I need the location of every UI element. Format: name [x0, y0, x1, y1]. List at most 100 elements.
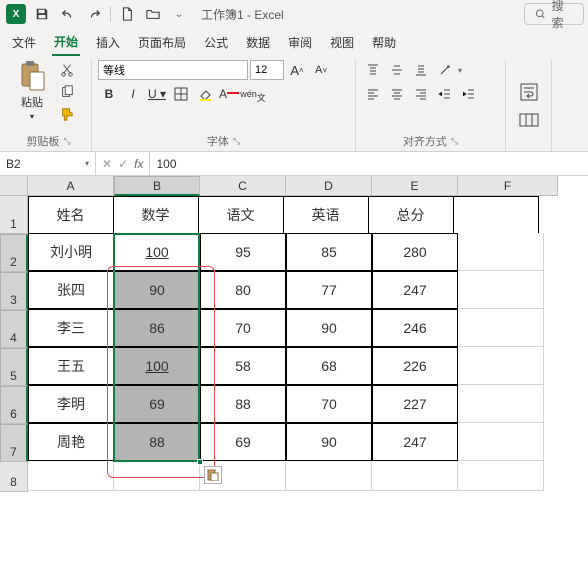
phonetic-button[interactable]: wén文	[242, 84, 264, 104]
cell[interactable]: 226	[372, 347, 458, 385]
cut-icon[interactable]	[56, 60, 78, 80]
fill-color-button[interactable]	[194, 84, 216, 104]
paste-options-button[interactable]	[204, 466, 222, 484]
search-input[interactable]: 搜索	[524, 3, 584, 25]
cell[interactable]: 90	[286, 309, 372, 347]
wrap-text-icon[interactable]	[515, 78, 543, 106]
tab-help[interactable]: 帮助	[370, 30, 398, 55]
cell[interactable]: 100	[114, 347, 200, 385]
cancel-formula-icon[interactable]: ✕	[102, 157, 112, 171]
dialog-launcher-icon[interactable]: ⤡	[233, 136, 240, 147]
formula-input[interactable]: 100	[150, 152, 588, 175]
cell[interactable]: 王五	[28, 347, 114, 385]
font-size-select[interactable]	[250, 60, 284, 80]
cell[interactable]	[458, 309, 544, 347]
cell[interactable]	[28, 461, 114, 491]
cell[interactable]: 90	[114, 271, 200, 309]
app-logo[interactable]: X	[4, 2, 28, 26]
cell[interactable]: 李三	[28, 309, 114, 347]
row-header[interactable]: 4	[0, 310, 28, 348]
col-header[interactable]: F	[458, 176, 558, 196]
cell[interactable]: 246	[372, 309, 458, 347]
cell[interactable]: 80	[200, 271, 286, 309]
tab-formulas[interactable]: 公式	[202, 30, 230, 55]
cell[interactable]	[458, 423, 544, 461]
orientation-icon[interactable]	[434, 60, 456, 80]
cell[interactable]: 227	[372, 385, 458, 423]
cell[interactable]	[286, 461, 372, 491]
cell[interactable]: 100	[114, 233, 200, 271]
cell[interactable]: 85	[286, 233, 372, 271]
copy-icon[interactable]	[56, 82, 78, 102]
cell[interactable]	[458, 461, 544, 491]
tab-insert[interactable]: 插入	[94, 30, 122, 55]
italic-button[interactable]: I	[122, 84, 144, 104]
col-header[interactable]: A	[28, 176, 114, 196]
cell[interactable]	[453, 196, 539, 234]
cell[interactable]: 86	[114, 309, 200, 347]
cell[interactable]: 77	[286, 271, 372, 309]
increase-indent-icon[interactable]	[458, 84, 480, 104]
cell[interactable]: 69	[200, 423, 286, 461]
font-color-button[interactable]: A	[218, 84, 240, 104]
cell[interactable]: 70	[286, 385, 372, 423]
row-header[interactable]: 2	[0, 234, 28, 272]
dialog-launcher-icon[interactable]: ⤡	[451, 136, 458, 147]
cell[interactable]: 英语	[283, 196, 369, 234]
tab-review[interactable]: 审阅	[286, 30, 314, 55]
cell[interactable]: 69	[114, 385, 200, 423]
merge-icon[interactable]	[515, 110, 543, 130]
align-top-icon[interactable]	[362, 60, 384, 80]
tab-view[interactable]: 视图	[328, 30, 356, 55]
cell[interactable]	[458, 385, 544, 423]
cell[interactable]: 247	[372, 271, 458, 309]
row-header[interactable]: 7	[0, 424, 28, 462]
decrease-font-icon[interactable]: A˅	[310, 60, 332, 80]
redo-icon[interactable]	[82, 2, 106, 26]
cell[interactable]: 张四	[28, 271, 114, 309]
cell[interactable]	[458, 347, 544, 385]
cell[interactable]: 88	[114, 423, 200, 461]
select-all-corner[interactable]	[0, 176, 28, 196]
cell[interactable]: 95	[200, 233, 286, 271]
tab-file[interactable]: 文件	[10, 30, 38, 55]
row-header[interactable]: 6	[0, 386, 28, 424]
qat-customize-icon[interactable]: ⌄	[167, 2, 191, 26]
cell[interactable]: 58	[200, 347, 286, 385]
row-header[interactable]: 8	[0, 462, 28, 492]
cell[interactable]: 68	[286, 347, 372, 385]
col-header[interactable]: D	[286, 176, 372, 196]
row-header[interactable]: 3	[0, 272, 28, 310]
fx-icon[interactable]: fx	[134, 157, 143, 171]
save-icon[interactable]	[30, 2, 54, 26]
tab-layout[interactable]: 页面布局	[136, 30, 188, 55]
border-button[interactable]	[170, 84, 192, 104]
cell[interactable]: 语文	[198, 196, 284, 234]
align-bottom-icon[interactable]	[410, 60, 432, 80]
align-middle-icon[interactable]	[386, 60, 408, 80]
decrease-indent-icon[interactable]	[434, 84, 456, 104]
new-file-icon[interactable]	[115, 2, 139, 26]
align-center-icon[interactable]	[386, 84, 408, 104]
undo-icon[interactable]	[56, 2, 80, 26]
cell[interactable]: 总分	[368, 196, 454, 234]
cell[interactable]: 姓名	[28, 196, 114, 234]
enter-formula-icon[interactable]: ✓	[118, 157, 128, 171]
cell[interactable]: 247	[372, 423, 458, 461]
cell[interactable]: 周艳	[28, 423, 114, 461]
open-folder-icon[interactable]	[141, 2, 165, 26]
tab-home[interactable]: 开始	[52, 29, 80, 56]
dialog-launcher-icon[interactable]: ⤡	[63, 136, 70, 147]
row-header[interactable]: 5	[0, 348, 28, 386]
row-header[interactable]: 1	[0, 196, 28, 234]
name-box[interactable]: B2 ▾	[0, 152, 96, 175]
underline-button[interactable]: U ▾	[146, 84, 168, 104]
bold-button[interactable]: B	[98, 84, 120, 104]
cell[interactable]: 70	[200, 309, 286, 347]
paste-button[interactable]: 粘贴 ▾	[12, 60, 52, 121]
font-name-select[interactable]	[98, 60, 248, 80]
col-header[interactable]: E	[372, 176, 458, 196]
cell[interactable]	[114, 461, 200, 491]
cell[interactable]	[458, 233, 544, 271]
align-left-icon[interactable]	[362, 84, 384, 104]
